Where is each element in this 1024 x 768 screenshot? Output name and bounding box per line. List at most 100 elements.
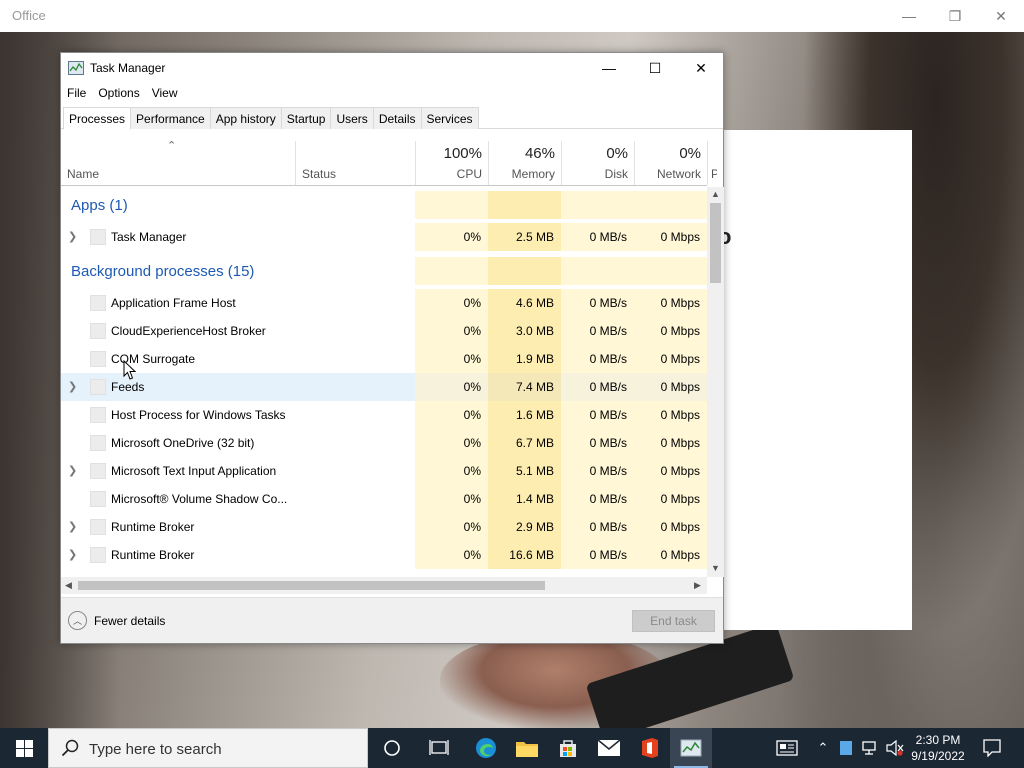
network-icon bbox=[862, 741, 876, 755]
scroll-down-icon[interactable]: ▼ bbox=[711, 563, 720, 573]
process-memory: 16.6 MB bbox=[509, 548, 554, 562]
process-disk: 0 MB/s bbox=[589, 520, 627, 534]
column-header-network[interactable]: 0% Network bbox=[634, 141, 707, 185]
close-button[interactable]: ✕ bbox=[678, 53, 724, 83]
column-label-name: Name bbox=[67, 167, 100, 181]
process-row[interactable]: ❯ Task Manager 0% 2.5 MB 0 MB/s 0 Mbps bbox=[61, 223, 707, 251]
cpu-cell bbox=[415, 257, 488, 285]
horizontal-scroll-thumb[interactable] bbox=[78, 581, 545, 590]
process-network: 0 Mbps bbox=[660, 230, 700, 244]
column-header-name[interactable]: ⌃ Name bbox=[61, 140, 295, 185]
chevron-right-icon[interactable]: ❯ bbox=[68, 380, 77, 393]
column-header-cpu[interactable]: 100% CPU bbox=[415, 141, 488, 185]
process-name: Runtime Broker bbox=[111, 548, 195, 562]
process-disk: 0 MB/s bbox=[589, 324, 627, 338]
process-icon bbox=[90, 463, 106, 479]
task-view-button[interactable] bbox=[418, 728, 460, 768]
process-network: 0 Mbps bbox=[660, 352, 700, 366]
store-button[interactable] bbox=[547, 728, 589, 768]
menu-options[interactable]: Options bbox=[92, 83, 145, 103]
process-network: 0 Mbps bbox=[660, 296, 700, 310]
tray-app-button[interactable] bbox=[836, 728, 856, 768]
group-header-row[interactable]: Background processes (15) bbox=[61, 257, 707, 285]
mail-button[interactable] bbox=[588, 728, 630, 768]
office-close-button[interactable]: ✕ bbox=[978, 0, 1024, 32]
show-hidden-icons-button[interactable]: ⌃ bbox=[812, 728, 834, 768]
menu-file[interactable]: File bbox=[61, 83, 92, 103]
process-disk: 0 MB/s bbox=[589, 408, 627, 422]
chevron-right-icon[interactable]: ❯ bbox=[68, 230, 77, 243]
task-manager-icon bbox=[680, 739, 702, 757]
start-button[interactable] bbox=[0, 728, 48, 768]
fewer-details-link[interactable]: Fewer details bbox=[94, 614, 165, 628]
office-button[interactable] bbox=[629, 728, 671, 768]
cortana-button[interactable] bbox=[371, 728, 413, 768]
tab-details[interactable]: Details bbox=[372, 107, 422, 129]
chevron-up-circle-icon[interactable]: ︿ bbox=[68, 611, 87, 630]
cortana-icon bbox=[384, 740, 400, 756]
taskbar-search-box[interactable]: Type here to search bbox=[48, 728, 368, 768]
process-row[interactable]: COM Surrogate 0% 1.9 MB 0 MB/s 0 Mbps bbox=[61, 345, 707, 373]
clock-time: 2:30 PM bbox=[915, 733, 961, 747]
tab-startup[interactable]: Startup bbox=[280, 107, 332, 129]
memory-cell bbox=[488, 191, 561, 219]
column-header-memory[interactable]: 46% Memory bbox=[488, 141, 561, 185]
mail-icon bbox=[597, 739, 621, 756]
vertical-scrollbar[interactable]: ▲ ▼ bbox=[707, 187, 724, 577]
scroll-left-icon[interactable]: ◀ bbox=[65, 580, 72, 591]
tab-processes[interactable]: Processes bbox=[63, 107, 132, 130]
tab-performance[interactable]: Performance bbox=[130, 107, 211, 129]
process-icon bbox=[90, 547, 106, 563]
column-header-row: ⌃ Name Status 100% CPU 46% Memory 0% Dis… bbox=[61, 140, 717, 186]
task-manager-titlebar[interactable]: Task Manager — ☐ ✕ bbox=[61, 53, 723, 83]
process-row[interactable]: ❯ Feeds 0% 7.4 MB 0 MB/s 0 Mbps bbox=[61, 373, 707, 401]
process-cpu: 0% bbox=[463, 324, 481, 338]
task-manager-taskbar-button[interactable] bbox=[670, 728, 712, 768]
disk-total-percent: 0% bbox=[606, 145, 628, 162]
action-center-button[interactable] bbox=[978, 728, 1006, 768]
minimize-button[interactable]: — bbox=[586, 53, 632, 83]
footer-bar: ︿ Fewer details End task bbox=[61, 597, 723, 643]
tab-app-history[interactable]: App history bbox=[209, 107, 282, 129]
chevron-right-icon[interactable]: ❯ bbox=[68, 520, 77, 533]
column-header-disk[interactable]: 0% Disk bbox=[561, 141, 634, 185]
process-row[interactable]: CloudExperienceHost Broker 0% 3.0 MB 0 MB/s… bbox=[61, 317, 707, 345]
taskbar-clock[interactable]: 2:30 PM 9/19/2022 bbox=[902, 732, 974, 764]
tab-services[interactable]: Services bbox=[420, 107, 479, 129]
process-icon bbox=[90, 519, 106, 535]
process-icon bbox=[90, 435, 106, 451]
process-row[interactable]: Host Process for Windows Tasks 0% 1.6 MB 0 … bbox=[61, 401, 707, 429]
news-icon bbox=[776, 740, 798, 756]
group-header-row[interactable]: Apps (1) bbox=[61, 191, 707, 219]
column-header-power[interactable]: P bbox=[707, 141, 717, 185]
vertical-scroll-thumb[interactable] bbox=[710, 203, 721, 283]
scroll-up-icon[interactable]: ▲ bbox=[711, 189, 720, 199]
tab-users[interactable]: Users bbox=[330, 107, 374, 129]
process-cpu: 0% bbox=[463, 492, 481, 506]
process-row[interactable]: ❯ Microsoft Text Input Application 0% 5.1 M… bbox=[61, 457, 707, 485]
horizontal-scrollbar[interactable]: ◀ ▶ bbox=[61, 577, 707, 594]
window-title: Task Manager bbox=[90, 61, 166, 75]
scroll-right-icon[interactable]: ▶ bbox=[694, 580, 701, 591]
process-icon bbox=[90, 229, 106, 245]
process-row[interactable]: Application Frame Host 0% 4.6 MB 0 MB/s 0 Mb… bbox=[61, 289, 707, 317]
menu-view[interactable]: View bbox=[146, 83, 184, 103]
process-row[interactable]: Microsoft OneDrive (32 bit) 0% 6.7 MB 0 MB/… bbox=[61, 429, 707, 457]
end-task-button[interactable]: End task bbox=[632, 610, 715, 632]
process-cpu: 0% bbox=[463, 230, 481, 244]
chevron-right-icon[interactable]: ❯ bbox=[68, 548, 77, 561]
news-widget-button[interactable] bbox=[772, 728, 802, 768]
chevron-right-icon[interactable]: ❯ bbox=[68, 464, 77, 477]
office-minimize-button[interactable]: — bbox=[886, 0, 932, 32]
column-header-status[interactable]: Status bbox=[295, 141, 415, 185]
maximize-button[interactable]: ☐ bbox=[632, 53, 678, 83]
process-row[interactable]: ❯ Runtime Broker 0% 2.9 MB 0 MB/s 0 Mbps bbox=[61, 513, 707, 541]
process-row[interactable]: ❯ Runtime Broker 0% 16.6 MB 0 MB/s 0 Mbps bbox=[61, 541, 707, 569]
file-explorer-button[interactable] bbox=[506, 728, 548, 768]
mouse-cursor-icon bbox=[123, 360, 136, 380]
process-row[interactable]: Microsoft® Volume Shadow Co... 0% 1.4 MB 0 … bbox=[61, 485, 707, 513]
edge-button[interactable] bbox=[465, 728, 507, 768]
process-network: 0 Mbps bbox=[660, 324, 700, 338]
office-restore-button[interactable]: ❐ bbox=[932, 0, 978, 32]
network-tray-button[interactable] bbox=[858, 728, 882, 768]
